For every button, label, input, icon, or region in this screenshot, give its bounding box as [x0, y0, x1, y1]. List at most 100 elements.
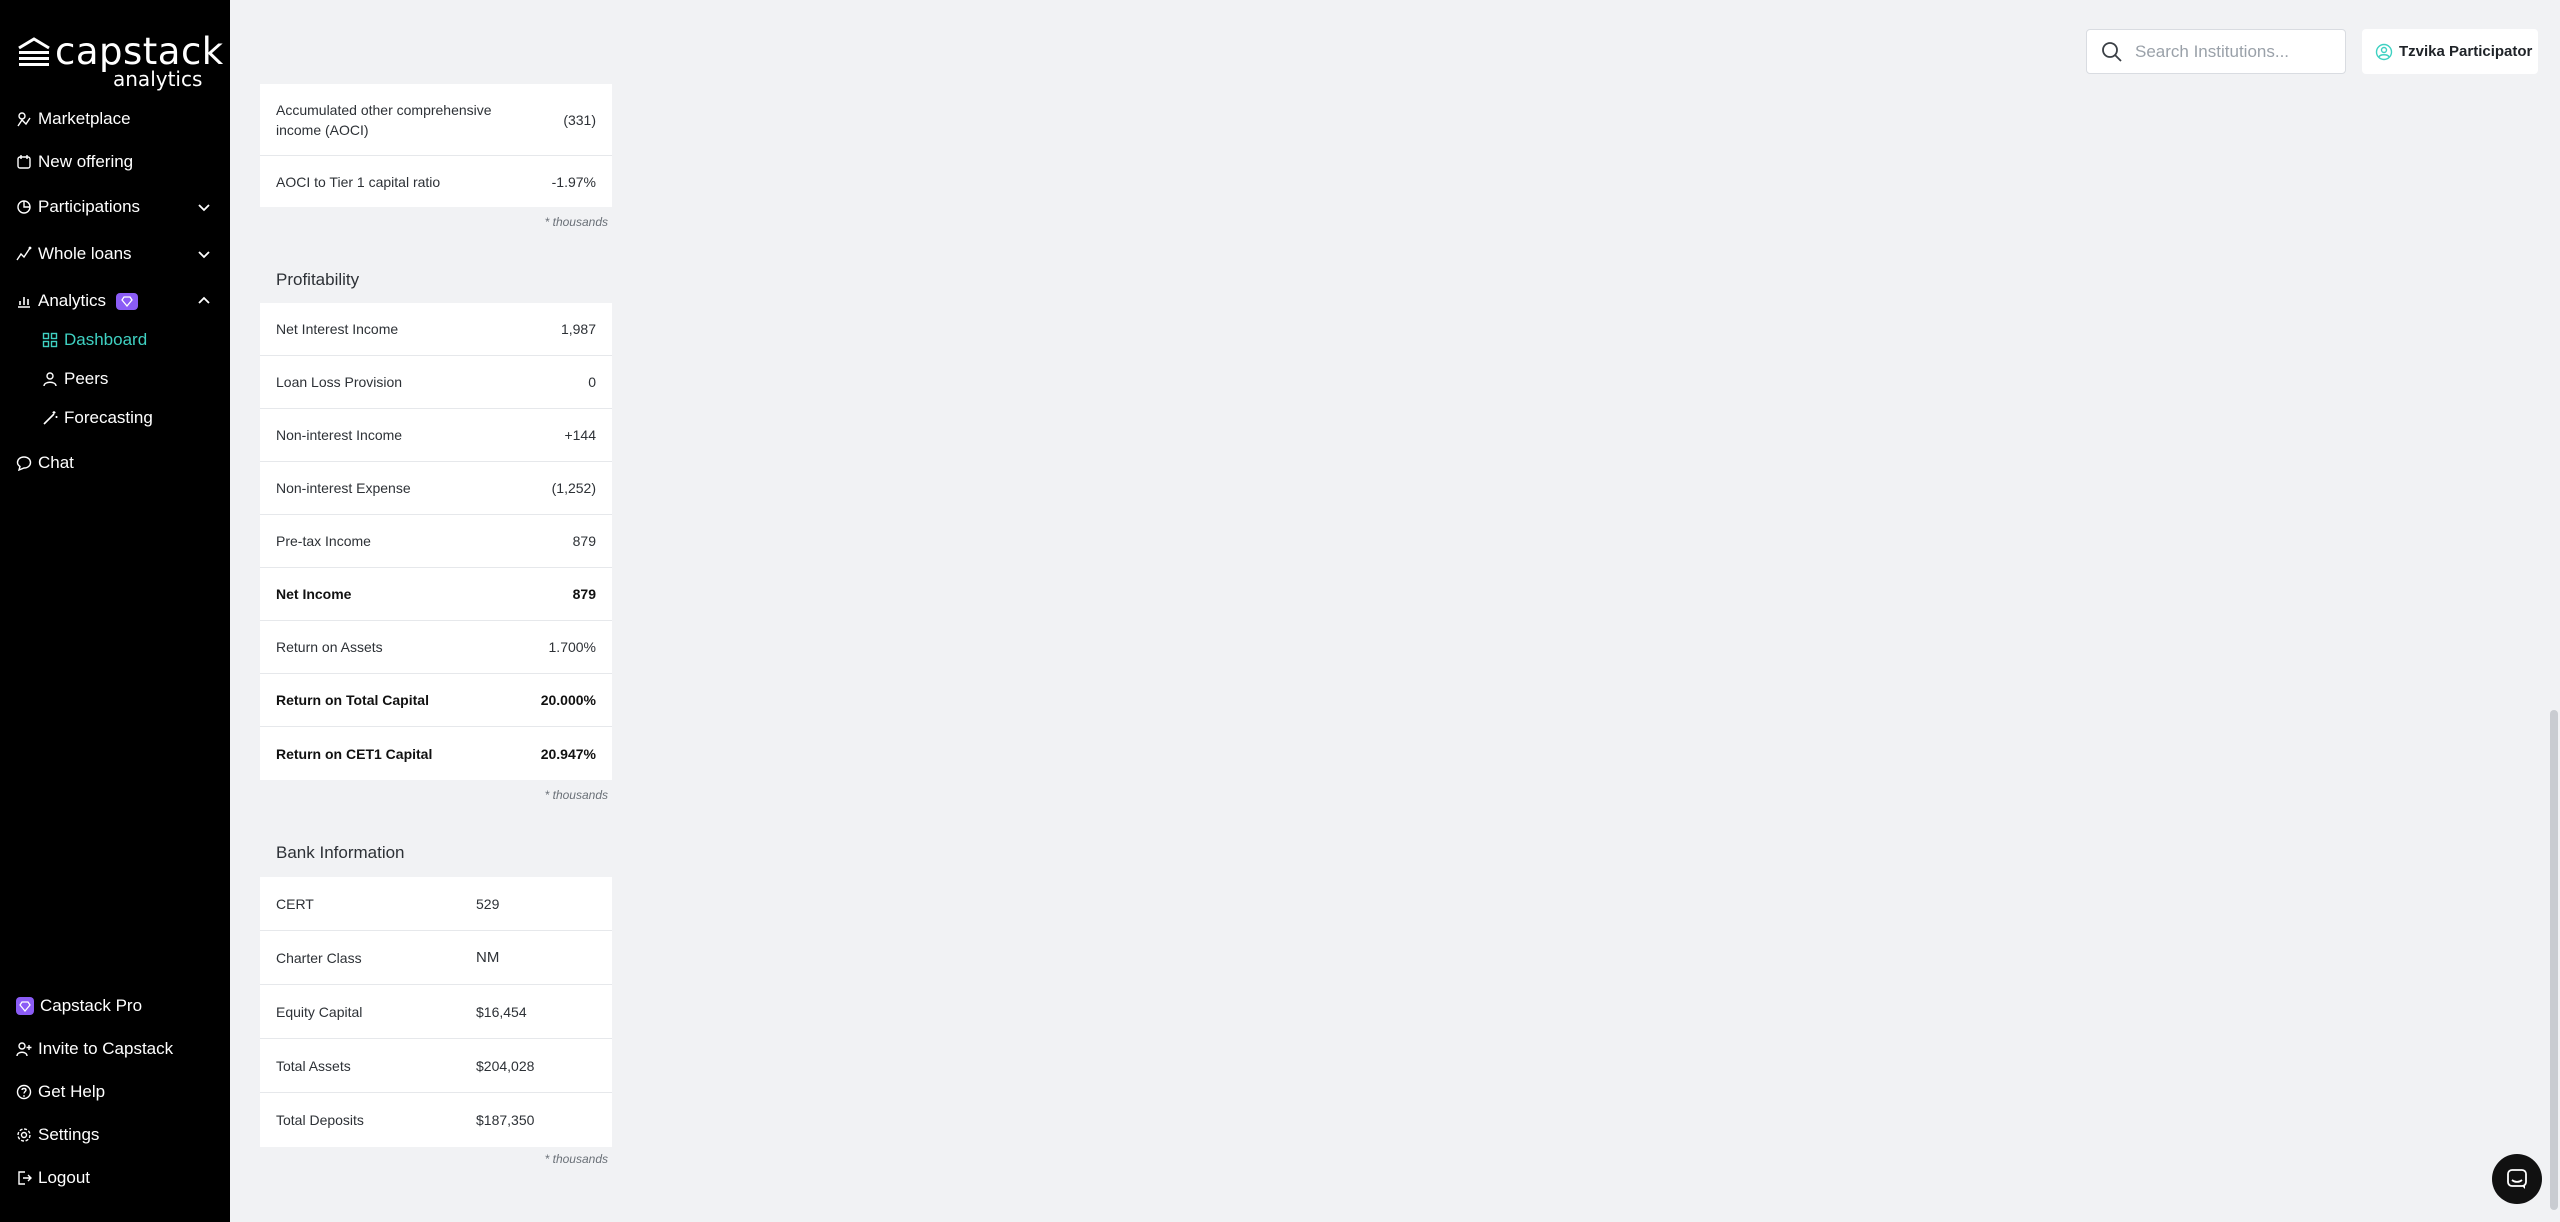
- sidebar-item-label: Settings: [38, 1125, 100, 1144]
- bank-information-table: CERT 529 Charter Class NM Equity Capital $1…: [260, 877, 612, 1147]
- row-value: +144: [564, 427, 596, 443]
- section-title-profitability: Profitability: [276, 270, 360, 289]
- sidebar-item-participations[interactable]: Participations: [16, 192, 212, 222]
- search-input[interactable]: [2135, 36, 2335, 68]
- table-row: Non-interest Income +144: [260, 409, 612, 462]
- row-label: Net Income: [276, 586, 352, 602]
- row-label: CERT: [276, 895, 314, 912]
- whole-loans-icon: [16, 246, 32, 262]
- row-value: $204,028: [476, 1057, 535, 1074]
- sidebar-item-invite[interactable]: Invite to Capstack: [16, 1034, 212, 1064]
- sidebar-item-marketplace[interactable]: Marketplace: [16, 104, 212, 134]
- table-row: AOCI to Tier 1 capital ratio -1.97%: [260, 156, 612, 207]
- row-label: Total Assets: [276, 1057, 351, 1074]
- row-label: Total Deposits: [276, 1112, 364, 1128]
- sidebar-item-analytics[interactable]: Analytics: [16, 286, 212, 316]
- help-icon: [16, 1084, 32, 1100]
- table-row: Return on Assets 1.700%: [260, 621, 612, 674]
- logout-icon: [16, 1170, 32, 1186]
- row-label: Return on Assets: [276, 639, 383, 655]
- pro-badge: [116, 292, 139, 310]
- diamond-icon: [16, 997, 34, 1015]
- search-box[interactable]: [2086, 29, 2346, 74]
- row-value: 879: [572, 586, 596, 602]
- sidebar-item-label: Forecasting: [64, 408, 153, 427]
- profitability-table: Net Interest Income 1,987 Loan Loss Provi…: [260, 303, 612, 780]
- dashboard-icon: [42, 332, 58, 348]
- table-row: Return on Total Capital 20.000%: [260, 674, 612, 727]
- row-label: Equity Capital: [276, 1003, 363, 1020]
- table-row: CERT 529: [260, 877, 612, 931]
- section-title-bank-information: Bank Information: [276, 843, 405, 862]
- table-row: Net Interest Income 1,987: [260, 303, 612, 356]
- sidebar-item-peers[interactable]: Peers: [42, 364, 212, 394]
- units-note: * thousands: [544, 215, 608, 229]
- logo-icon: [18, 37, 50, 66]
- table-row: Pre-tax Income 879: [260, 515, 612, 568]
- row-label: Pre-tax Income: [276, 533, 371, 549]
- row-label: Accumulated other comprehensive income (…: [276, 101, 492, 138]
- table-row: Return on CET1 Capital 20.947%: [260, 727, 612, 780]
- sidebar-item-logout[interactable]: Logout: [16, 1163, 212, 1193]
- user-circle-icon: [2375, 43, 2393, 60]
- row-value: 1.700%: [548, 639, 596, 655]
- sidebar-item-label: Dashboard: [64, 330, 148, 349]
- row-label: Return on CET1 Capital: [276, 745, 433, 762]
- logo[interactable]: capstack analytics: [17, 32, 223, 90]
- chevron-down-icon: [198, 251, 210, 259]
- row-value: NM: [476, 949, 500, 966]
- sidebar-item-whole-loans[interactable]: Whole loans: [16, 239, 212, 269]
- diamond-icon: [121, 295, 133, 307]
- sidebar-item-label: Marketplace: [38, 109, 131, 128]
- user-plus-icon: [16, 1041, 32, 1057]
- sidebar-item-label: Peers: [64, 369, 109, 388]
- sidebar-item-new-offering[interactable]: New offering: [16, 147, 212, 177]
- brand-sub: analytics: [113, 67, 203, 91]
- row-value: 529: [476, 895, 500, 912]
- person-icon: [42, 371, 58, 387]
- row-value: 0: [588, 374, 596, 390]
- sidebar-item-chat[interactable]: Chat: [16, 448, 212, 478]
- row-value: 1,987: [560, 321, 596, 337]
- sidebar-item-get-help[interactable]: Get Help: [16, 1077, 212, 1107]
- sidebar-item-label: Logout: [38, 1168, 90, 1187]
- row-label: Charter Class: [276, 949, 362, 966]
- row-value: 20.000%: [540, 692, 596, 708]
- sidebar-item-dashboard[interactable]: Dashboard: [42, 325, 212, 355]
- bar-chart-icon: [16, 293, 32, 309]
- marketplace-icon: [16, 111, 32, 127]
- row-label: Non-interest Income: [276, 427, 403, 443]
- units-note: * thousands: [544, 788, 608, 802]
- chat-launcher-button[interactable]: [2492, 1154, 2542, 1204]
- user-name: Tzvika Participator: [2399, 43, 2533, 60]
- scrollbar-thumb[interactable]: [2550, 710, 2558, 1210]
- pie-chart-icon: [16, 199, 32, 215]
- search-icon: [2102, 42, 2122, 62]
- row-value: -1.97%: [551, 173, 596, 190]
- sidebar-item-label: Chat: [38, 453, 74, 472]
- row-value: $16,454: [476, 1003, 527, 1020]
- capital-table: Accumulated other comprehensive income (…: [260, 84, 612, 207]
- sidebar-item-label: New offering: [38, 152, 134, 171]
- row-value: (331): [563, 111, 596, 128]
- wand-icon: [42, 410, 58, 426]
- row-label: Non-interest Expense: [276, 480, 411, 496]
- sidebar-item-settings[interactable]: Settings: [16, 1120, 212, 1150]
- table-row: Total Assets $204,028: [260, 1039, 612, 1093]
- row-value: (1,252): [551, 480, 596, 496]
- gear-icon: [16, 1127, 32, 1143]
- sidebar-item-capstack-pro[interactable]: Capstack Pro: [16, 991, 212, 1021]
- sidebar-item-forecasting[interactable]: Forecasting: [42, 403, 212, 433]
- table-row: Loan Loss Provision 0: [260, 356, 612, 409]
- sidebar-item-label: Participations: [38, 197, 141, 216]
- sidebar-item-label: Get Help: [38, 1082, 106, 1101]
- row-label: AOCI to Tier 1 capital ratio: [276, 173, 441, 190]
- row-label: Net Interest Income: [276, 321, 399, 337]
- table-row: Charter Class NM: [260, 931, 612, 985]
- table-row: Total Deposits $187,350: [260, 1093, 612, 1147]
- sidebar-item-label: Analytics: [38, 291, 107, 310]
- chevron-down-icon: [198, 204, 210, 212]
- sidebar-item-label: Whole loans: [38, 244, 132, 263]
- chat-icon: [16, 455, 32, 471]
- user-menu-button[interactable]: Tzvika Participator: [2362, 29, 2538, 74]
